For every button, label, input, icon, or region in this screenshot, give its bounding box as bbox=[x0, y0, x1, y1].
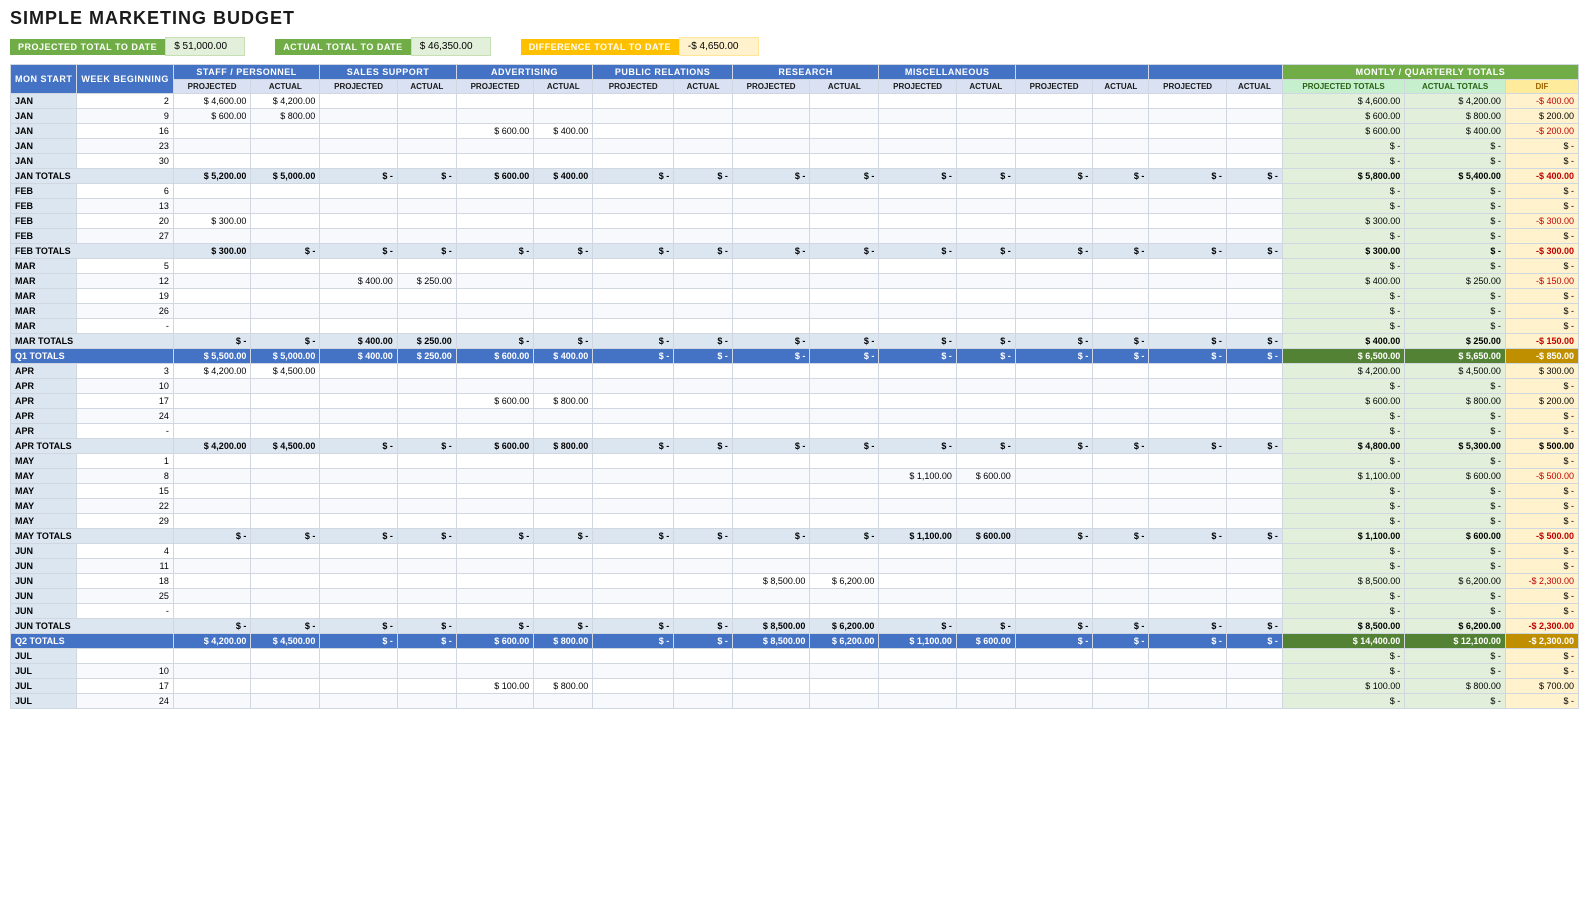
actual-summary: ACTUAL TOTAL TO DATE $ 46,350.00 bbox=[275, 37, 491, 56]
col-monthly-header: MONTLY / QUARTERLY TOTALS bbox=[1282, 65, 1578, 80]
col-misc-header: MISCELLANEOUS bbox=[879, 65, 1015, 80]
row-jun-4: JUN 4 $ - $ - $ - bbox=[11, 544, 1579, 559]
col-extra1-header bbox=[1015, 65, 1149, 80]
row-mar-5: MAR 5 $ - $ - $ - bbox=[11, 259, 1579, 274]
col-staff-header: STAFF / PERSONNEL bbox=[173, 65, 319, 80]
staff-proj: PROJECTED bbox=[173, 80, 251, 94]
row-may-15: MAY 15 $ - $ - $ - bbox=[11, 484, 1579, 499]
adv-proj: PROJECTED bbox=[456, 80, 534, 94]
res-act: ACTUAL bbox=[810, 80, 879, 94]
row-may-29: MAY 29 $ - $ - $ - bbox=[11, 514, 1579, 529]
row-jan-totals: JAN TOTALS $ 5,200.00 $ 5,000.00 $ - $ -… bbox=[11, 169, 1579, 184]
diff-label: DIFFERENCE TOTAL TO DATE bbox=[521, 39, 679, 55]
row-jan-16: JAN 16 $ 600.00 $ 400.00 $ 600.00 $ 400.… bbox=[11, 124, 1579, 139]
diff-value: -$ 4,650.00 bbox=[679, 37, 759, 56]
sales-act: ACTUAL bbox=[397, 80, 456, 94]
actual-label: ACTUAL TOTAL TO DATE bbox=[275, 39, 411, 55]
col-week-header: WEEK BEGINNING bbox=[77, 65, 174, 94]
col-research-header: RESEARCH bbox=[732, 65, 878, 80]
row-q1-totals: Q1 TOTALS $ 5,500.00 $ 5,000.00 $ 400.00… bbox=[11, 349, 1579, 364]
col-extra2-header bbox=[1149, 65, 1283, 80]
row-apr-totals: APR TOTALS $ 4,200.00 $ 4,500.00 $ - $ -… bbox=[11, 439, 1579, 454]
row-may-totals: MAY TOTALS $ - $ - $ - $ - $ - $ - $ - $… bbox=[11, 529, 1579, 544]
row-feb-13: FEB 13 $ - $ - $ - bbox=[11, 199, 1579, 214]
extra1-act: ACTUAL bbox=[1093, 80, 1149, 94]
sales-proj: PROJECTED bbox=[320, 80, 398, 94]
row-jul-17: JUL 17 $ 100.00 $ 800.00 $ 100.00 $ 800.… bbox=[11, 679, 1579, 694]
col-mon-header: MON START bbox=[11, 65, 77, 94]
week-2: 2 bbox=[77, 94, 174, 109]
row-may-22: MAY 22 $ - $ - $ - bbox=[11, 499, 1579, 514]
row-apr-17: APR 17 $ 600.00 $ 800.00 $ 600.00 $ 800.… bbox=[11, 394, 1579, 409]
row-jun-25: JUN 25 $ - $ - $ - bbox=[11, 589, 1579, 604]
row-feb-20: FEB 20 $ 300.00 $ 300.00 $ - -$ 300.00 bbox=[11, 214, 1579, 229]
row-jun-totals: JUN TOTALS $ - $ - $ - $ - $ - $ - $ - $… bbox=[11, 619, 1579, 634]
row-mar-dash: MAR - $ - $ - $ - bbox=[11, 319, 1579, 334]
adv-act: ACTUAL bbox=[534, 80, 593, 94]
mq-proj-totals: PROJECTED TOTALS bbox=[1282, 80, 1404, 94]
row-jun-18: JUN 18 $ 8,500.00 $ 6,200.00 $ 8,500.00 … bbox=[11, 574, 1579, 589]
row-jan-2: JAN 2 $ 4,600.00 $ 4,200.00 $ 4,600.00 $… bbox=[11, 94, 1579, 109]
extra1-proj: PROJECTED bbox=[1015, 80, 1093, 94]
mon-jan: JAN bbox=[11, 94, 77, 109]
row-feb-totals: FEB TOTALS $ 300.00 $ - $ - $ - $ - $ - … bbox=[11, 244, 1579, 259]
row-may-8: MAY 8 $ 1,100.00 $ 600.00 $ 1,100.00 $ 6… bbox=[11, 469, 1579, 484]
misc-act: ACTUAL bbox=[956, 80, 1015, 94]
header-row-1: MON START WEEK BEGINNING STAFF / PERSONN… bbox=[11, 65, 1579, 80]
mq-dif: DIF bbox=[1505, 80, 1578, 94]
page-title: SIMPLE MARKETING BUDGET bbox=[0, 0, 1589, 33]
row-jul-10: JUL 10 $ - $ - $ - bbox=[11, 664, 1579, 679]
summary-bar: PROJECTED TOTAL TO DATE $ 51,000.00 ACTU… bbox=[0, 33, 1589, 60]
row-apr-3: APR 3 $ 4,200.00 $ 4,500.00 $ 4,200.00 $… bbox=[11, 364, 1579, 379]
jan2-staff-act: $ 4,200.00 bbox=[251, 94, 320, 109]
row-jun-dash: JUN - $ - $ - $ - bbox=[11, 604, 1579, 619]
row-mar-26: MAR 26 $ - $ - $ - bbox=[11, 304, 1579, 319]
staff-act: ACTUAL bbox=[251, 80, 320, 94]
res-proj: PROJECTED bbox=[732, 80, 810, 94]
projected-summary: PROJECTED TOTAL TO DATE $ 51,000.00 bbox=[10, 37, 245, 56]
mq-act-totals: ACTUAL TOTALS bbox=[1405, 80, 1506, 94]
spreadsheet: MON START WEEK BEGINNING STAFF / PERSONN… bbox=[0, 64, 1589, 709]
row-jan-30: JAN 30 $ - $ - $ - bbox=[11, 154, 1579, 169]
misc-proj: PROJECTED bbox=[879, 80, 957, 94]
actual-value: $ 46,350.00 bbox=[411, 37, 491, 56]
projected-label: PROJECTED TOTAL TO DATE bbox=[10, 39, 165, 55]
diff-summary: DIFFERENCE TOTAL TO DATE -$ 4,650.00 bbox=[521, 37, 759, 56]
row-apr-10: APR 10 $ - $ - $ - bbox=[11, 379, 1579, 394]
pr-proj: PROJECTED bbox=[593, 80, 674, 94]
pr-act: ACTUAL bbox=[674, 80, 733, 94]
extra2-act: ACTUAL bbox=[1226, 80, 1282, 94]
row-feb-6: FEB 6 $ - $ - $ - bbox=[11, 184, 1579, 199]
row-apr-24: APR 24 $ - $ - $ - bbox=[11, 409, 1579, 424]
budget-table: MON START WEEK BEGINNING STAFF / PERSONN… bbox=[10, 64, 1579, 709]
projected-value: $ 51,000.00 bbox=[165, 37, 245, 56]
jan2-staff-proj: $ 4,600.00 bbox=[173, 94, 251, 109]
col-pr-header: PUBLIC RELATIONS bbox=[593, 65, 733, 80]
row-may-1: MAY 1 $ - $ - $ - bbox=[11, 454, 1579, 469]
header-row-2: PROJECTED ACTUAL PROJECTED ACTUAL PROJEC… bbox=[11, 80, 1579, 94]
col-adv-header: ADVERTISING bbox=[456, 65, 592, 80]
row-mar-totals: MAR TOTALS $ - $ - $ 400.00 $ 250.00 $ -… bbox=[11, 334, 1579, 349]
row-feb-27: FEB 27 $ - $ - $ - bbox=[11, 229, 1579, 244]
row-mar-19: MAR 19 $ - $ - $ - bbox=[11, 289, 1579, 304]
row-q2-totals: Q2 TOTALS $ 4,200.00 $ 4,500.00 $ - $ - … bbox=[11, 634, 1579, 649]
extra2-proj: PROJECTED bbox=[1149, 80, 1227, 94]
row-jun-11: JUN 11 $ - $ - $ - bbox=[11, 559, 1579, 574]
row-jul-blank: JUL $ - $ - $ - bbox=[11, 649, 1579, 664]
row-jan-23: JAN 23 $ - $ - $ - bbox=[11, 139, 1579, 154]
col-sales-header: SALES SUPPORT bbox=[320, 65, 456, 80]
row-apr-dash: APR - $ - $ - $ - bbox=[11, 424, 1579, 439]
row-mar-12: MAR 12 $ 400.00 $ 250.00 $ 400.00 $ 250.… bbox=[11, 274, 1579, 289]
row-jan-9: JAN 9 $ 600.00 $ 800.00 $ 600.00 $ 800.0… bbox=[11, 109, 1579, 124]
row-jul-24: JUL 24 $ - $ - $ - bbox=[11, 694, 1579, 709]
